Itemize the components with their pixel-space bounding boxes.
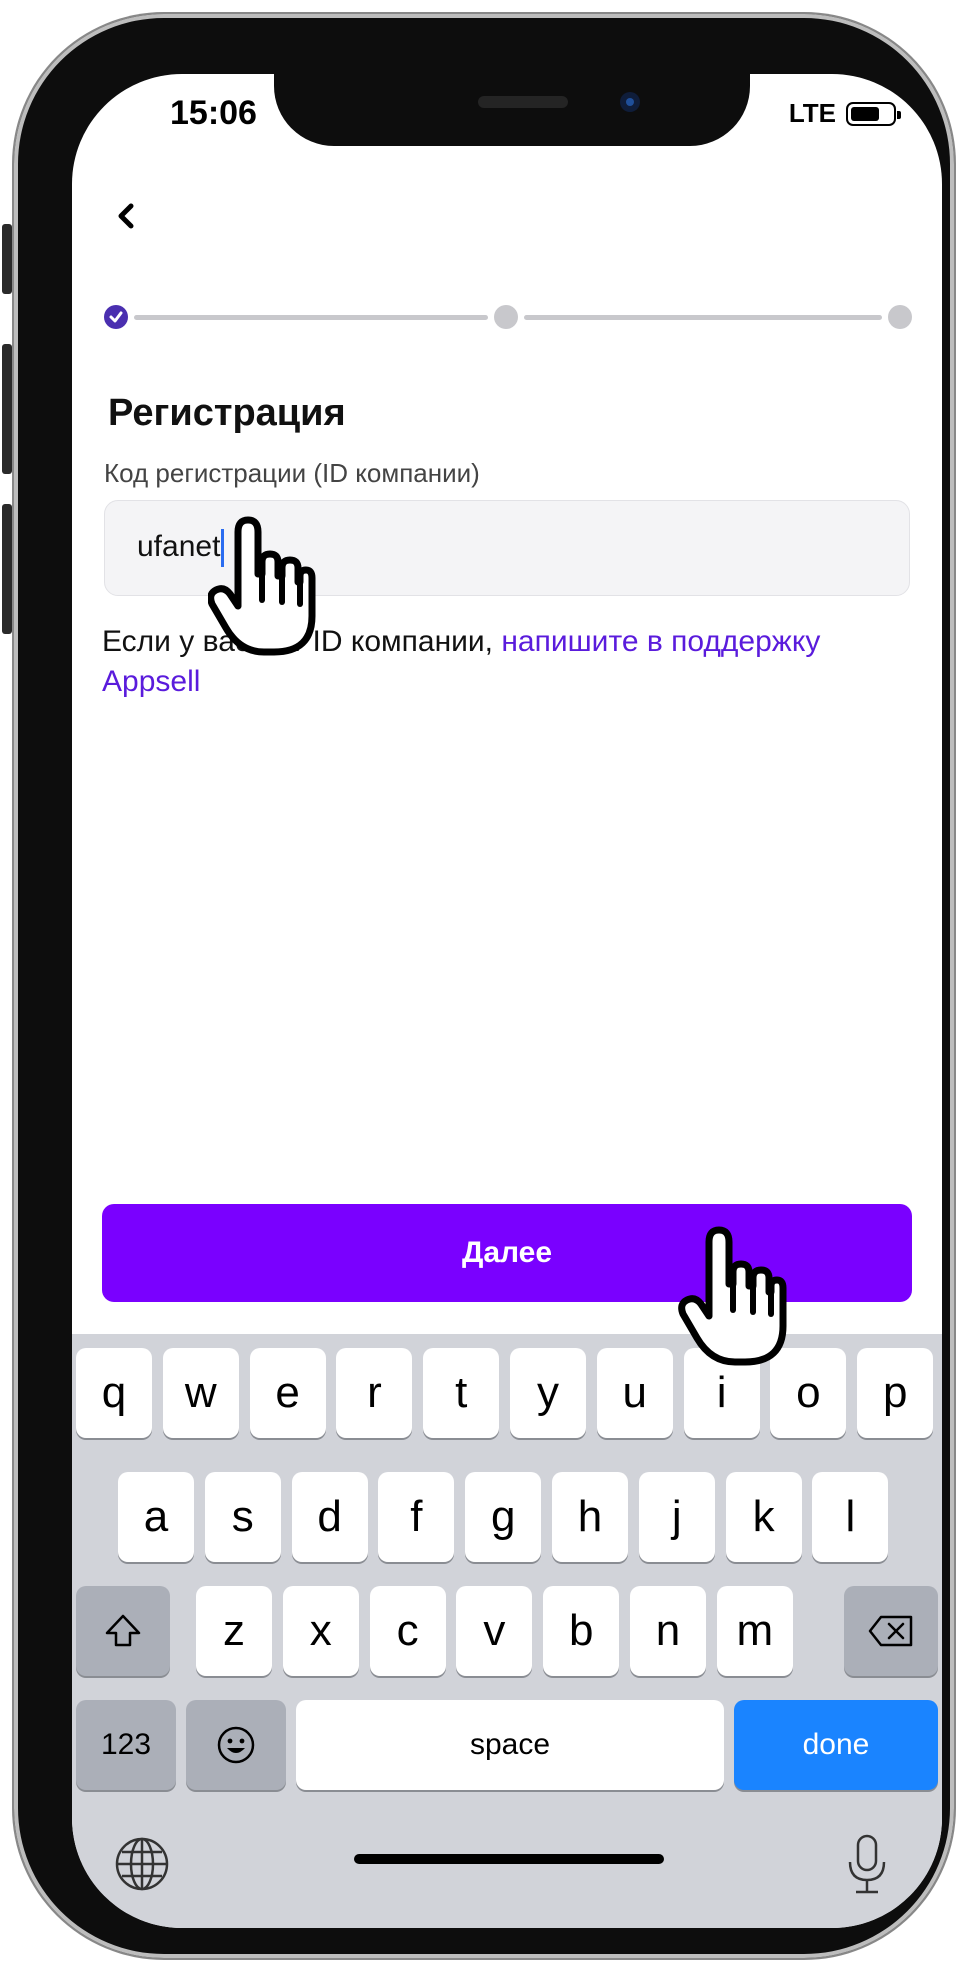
- globe-icon: [115, 1837, 169, 1891]
- phone-screen: 15:06 LTE Регистрация Код регистрации (I…: [72, 74, 942, 1928]
- microphone-key[interactable]: [842, 1832, 892, 1898]
- network-label: LTE: [788, 98, 836, 128]
- key-m[interactable]: m: [716, 1586, 793, 1676]
- key-c[interactable]: c: [369, 1586, 446, 1676]
- numbers-key[interactable]: 123: [76, 1700, 176, 1790]
- camera: [620, 92, 640, 112]
- phone-frame: 15:06 LTE Регистрация Код регистрации (I…: [2, 14, 954, 1958]
- pointer-hand-icon: [678, 1226, 787, 1366]
- step-line: [524, 315, 882, 320]
- home-indicator: [354, 1854, 664, 1864]
- key-s[interactable]: s: [204, 1472, 281, 1562]
- status-right: LTE: [788, 98, 901, 129]
- done-key[interactable]: done: [734, 1700, 938, 1790]
- emoji-key[interactable]: [186, 1700, 286, 1790]
- step-line: [134, 315, 488, 320]
- key-l[interactable]: l: [812, 1472, 889, 1562]
- key-n[interactable]: n: [630, 1586, 706, 1676]
- pointer-hand-icon: [208, 516, 316, 656]
- shift-arrow-icon: [105, 1614, 141, 1647]
- check-icon: [109, 311, 123, 323]
- progress-stepper: [104, 302, 912, 332]
- key-b[interactable]: b: [543, 1586, 620, 1676]
- side-button: [2, 224, 12, 294]
- key-g[interactable]: g: [465, 1472, 542, 1562]
- speaker: [478, 96, 568, 108]
- key-r[interactable]: r: [336, 1348, 413, 1438]
- emoji-icon: [217, 1726, 255, 1764]
- microphone-icon: [848, 1834, 886, 1894]
- backspace-icon: [868, 1615, 913, 1647]
- key-h[interactable]: h: [552, 1472, 628, 1562]
- key-e[interactable]: e: [249, 1348, 326, 1438]
- battery-fill: [851, 106, 879, 121]
- key-q[interactable]: q: [76, 1348, 152, 1438]
- page-title: Регистрация: [108, 392, 346, 434]
- key-z[interactable]: z: [196, 1586, 272, 1676]
- backspace-key[interactable]: [844, 1586, 938, 1676]
- key-t[interactable]: t: [423, 1348, 500, 1438]
- keyboard: qwertyuiop asdfghjkl zxcvbnm 123 space d…: [72, 1334, 942, 1928]
- battery-icon: [846, 101, 901, 126]
- status-time: 15:06: [170, 94, 257, 132]
- step-3: [888, 305, 912, 329]
- key-j[interactable]: j: [638, 1472, 715, 1562]
- key-a[interactable]: a: [118, 1472, 194, 1562]
- key-x[interactable]: x: [282, 1586, 359, 1676]
- side-button: [2, 344, 12, 474]
- key-w[interactable]: w: [162, 1348, 239, 1438]
- notch: [274, 74, 750, 146]
- battery-cap: [897, 110, 901, 119]
- back-button[interactable]: [104, 194, 148, 238]
- key-u[interactable]: u: [596, 1348, 673, 1438]
- key-p[interactable]: p: [857, 1348, 934, 1438]
- key-k[interactable]: k: [725, 1472, 802, 1562]
- step-1-completed: [104, 305, 128, 329]
- key-f[interactable]: f: [378, 1472, 455, 1562]
- key-d[interactable]: d: [291, 1472, 368, 1562]
- key-y[interactable]: y: [510, 1348, 586, 1438]
- chevron-left-icon: [118, 203, 134, 229]
- globe-key[interactable]: [112, 1834, 172, 1894]
- field-label: Код регистрации (ID компании): [104, 458, 480, 488]
- side-button: [2, 504, 12, 634]
- key-v[interactable]: v: [456, 1586, 533, 1676]
- step-2: [494, 305, 518, 329]
- shift-key[interactable]: [76, 1586, 170, 1676]
- space-key[interactable]: space: [296, 1700, 724, 1790]
